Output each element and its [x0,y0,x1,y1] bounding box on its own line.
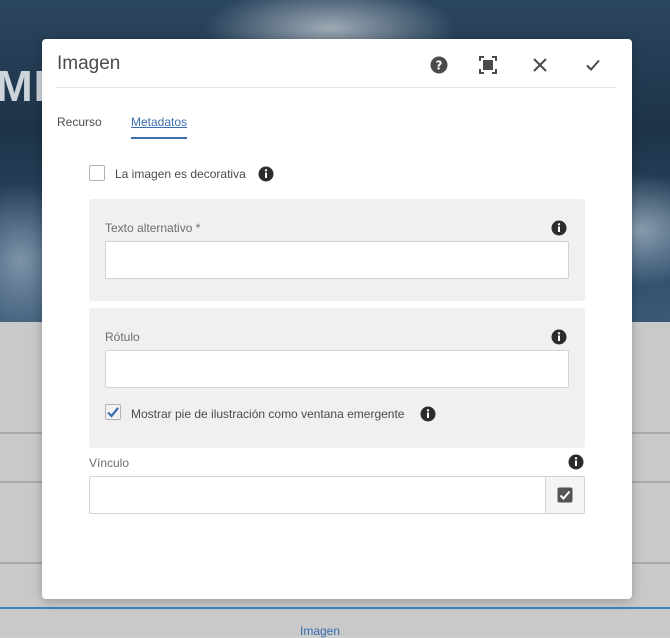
fullscreen-button[interactable] [476,53,500,77]
alt-text-panel: Texto alternativo * [89,199,585,301]
info-icon[interactable] [568,454,584,470]
active-tab-indicator [131,137,187,139]
info-icon[interactable] [551,220,567,236]
tab-metadatos[interactable]: Metadatos [131,115,187,129]
header-divider [56,87,616,88]
alt-text-input[interactable] [105,241,569,279]
link-picker-button[interactable] [545,476,585,514]
info-icon[interactable] [551,329,567,345]
caption-label: Rótulo [105,330,140,344]
popup-caption-checkbox[interactable] [105,404,121,420]
tab-recurso[interactable]: Recurso [57,115,102,129]
decorative-checkbox[interactable] [89,165,105,181]
close-icon [533,58,547,72]
done-button[interactable] [581,53,605,77]
svg-text:?: ? [436,59,443,73]
fullscreen-icon [479,56,497,74]
link-label: Vínculo [89,456,130,470]
help-icon: ? [430,56,448,74]
checkmark-icon [107,407,119,418]
popup-caption-label: Mostrar pie de ilustración como ventana … [131,407,405,421]
help-button[interactable]: ? [427,53,451,77]
alt-text-label: Texto alternativo * [105,221,201,235]
image-dialog: Imagen ? Recurso Metadatos La imagen es … [42,39,632,599]
link-input[interactable] [89,476,546,514]
check-icon [586,59,600,71]
dialog-title: Imagen [57,53,121,74]
info-icon[interactable] [420,406,436,422]
caption-panel: Rótulo Mostrar pie de ilustración como v… [89,308,585,448]
info-icon[interactable] [258,166,274,182]
close-button[interactable] [528,53,552,77]
component-highlight [0,607,670,609]
decorative-label: La imagen es decorativa [115,167,246,181]
caption-input[interactable] [105,350,569,388]
checkbox-icon [557,487,573,503]
hero-title: MI [0,62,47,111]
